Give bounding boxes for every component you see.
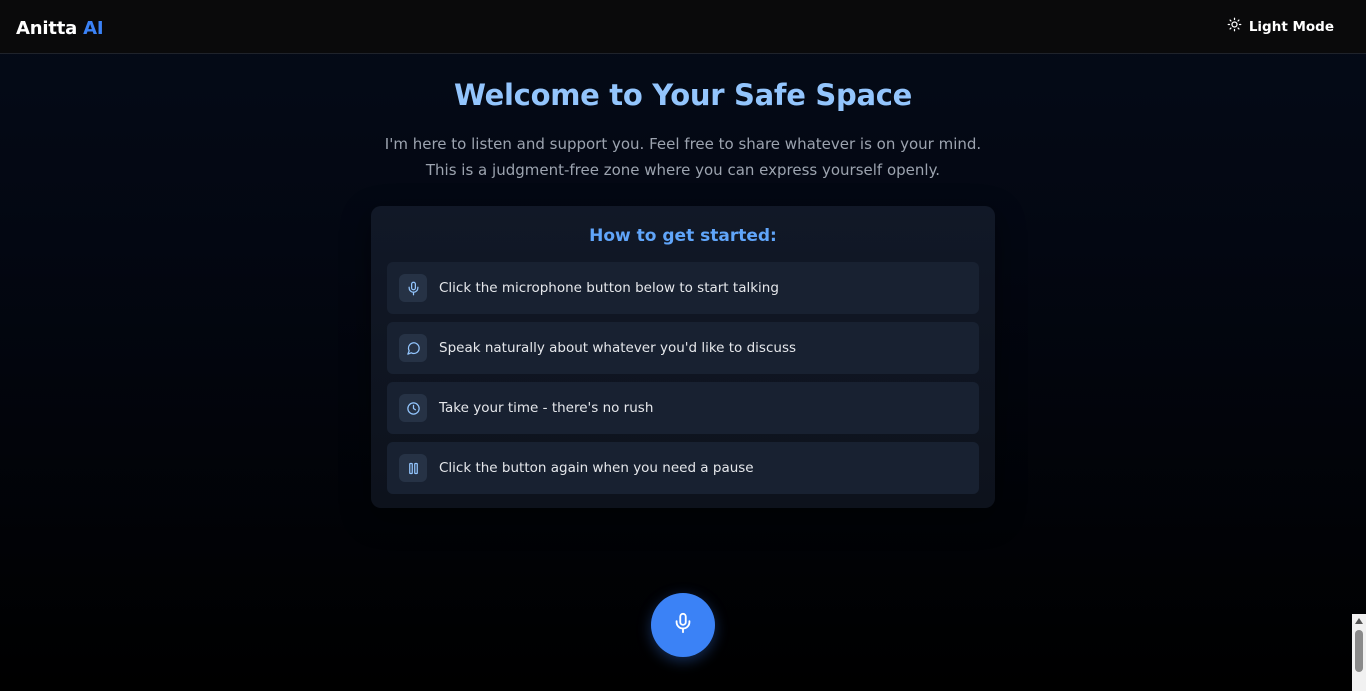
step-label: Take your time - there's no rush (439, 400, 654, 416)
step-label: Speak naturally about whatever you'd lik… (439, 340, 797, 356)
brand-name: Anitta (16, 18, 78, 39)
scroll-up-arrow-icon[interactable] (1355, 618, 1363, 624)
page-scrollbar[interactable] (1352, 614, 1366, 691)
light-mode-label: Light Mode (1248, 18, 1334, 35)
step-item-time: Take your time - there's no rush (387, 382, 979, 434)
step-item-speak: Speak naturally about whatever you'd lik… (387, 322, 979, 374)
intro-text: I'm here to listen and support you. Feel… (384, 135, 982, 179)
chat-bubble-icon (399, 334, 427, 362)
getting-started-card: How to get started: Click the microphone… (371, 206, 995, 508)
page-title: Welcome to Your Safe Space (454, 78, 912, 112)
app-page: Anitta AI Light Mode Welcome to Your Saf… (0, 0, 1366, 691)
step-item-pause: Click the button again when you need a p… (387, 442, 979, 494)
sun-icon (1227, 17, 1242, 36)
step-item-microphone: Click the microphone button below to sta… (387, 262, 979, 314)
clock-icon (399, 394, 427, 422)
microphone-icon (399, 274, 427, 302)
step-label: Click the button again when you need a p… (439, 460, 754, 476)
brand-accent: AI (83, 18, 104, 39)
top-bar: Anitta AI Light Mode (0, 0, 1366, 54)
microphone-button[interactable] (651, 593, 715, 657)
microphone-icon (672, 612, 694, 638)
step-label: Click the microphone button below to sta… (439, 280, 779, 296)
pause-icon (399, 454, 427, 482)
light-mode-toggle[interactable]: Light Mode (1227, 17, 1334, 36)
scroll-thumb[interactable] (1355, 630, 1363, 672)
brand-logo[interactable]: Anitta AI (16, 18, 104, 39)
getting-started-title: How to get started: (589, 226, 777, 246)
